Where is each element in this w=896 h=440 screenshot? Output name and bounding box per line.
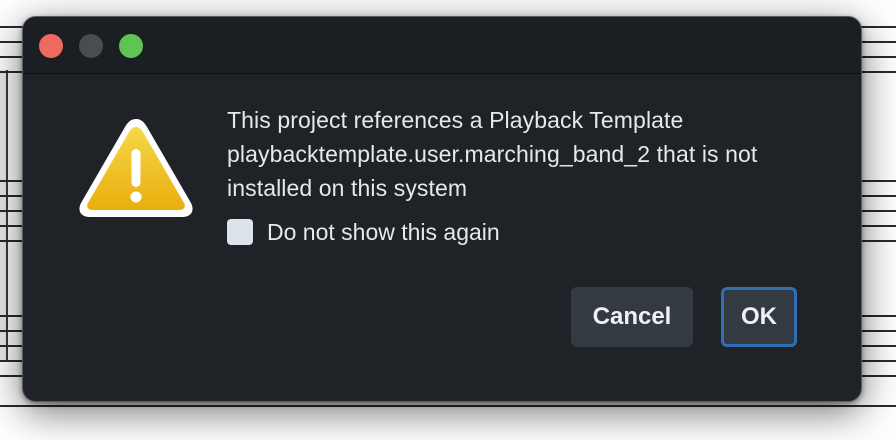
dialog-titlebar <box>23 17 861 74</box>
staff-line <box>0 405 896 407</box>
ok-button[interactable]: OK <box>721 287 797 347</box>
dialog-message: This project references a Playback Templ… <box>227 103 837 205</box>
window-zoom-button[interactable] <box>119 34 143 58</box>
message-line: This project references a Playback Templ… <box>227 107 684 133</box>
message-line: installed on this system <box>227 175 468 201</box>
do-not-show-again-checkbox[interactable] <box>227 219 253 245</box>
warning-icon <box>79 119 193 217</box>
missing-template-dialog: This project references a Playback Templ… <box>22 16 862 402</box>
window-minimize-button[interactable] <box>79 34 103 58</box>
message-line: playbacktemplate.user.marching_band_2 th… <box>227 141 758 167</box>
cancel-button[interactable]: Cancel <box>571 287 693 347</box>
checkbox-label: Do not show this again <box>267 219 500 245</box>
do-not-show-again-option[interactable]: Do not show this again <box>227 217 500 247</box>
window-close-button[interactable] <box>39 34 63 58</box>
